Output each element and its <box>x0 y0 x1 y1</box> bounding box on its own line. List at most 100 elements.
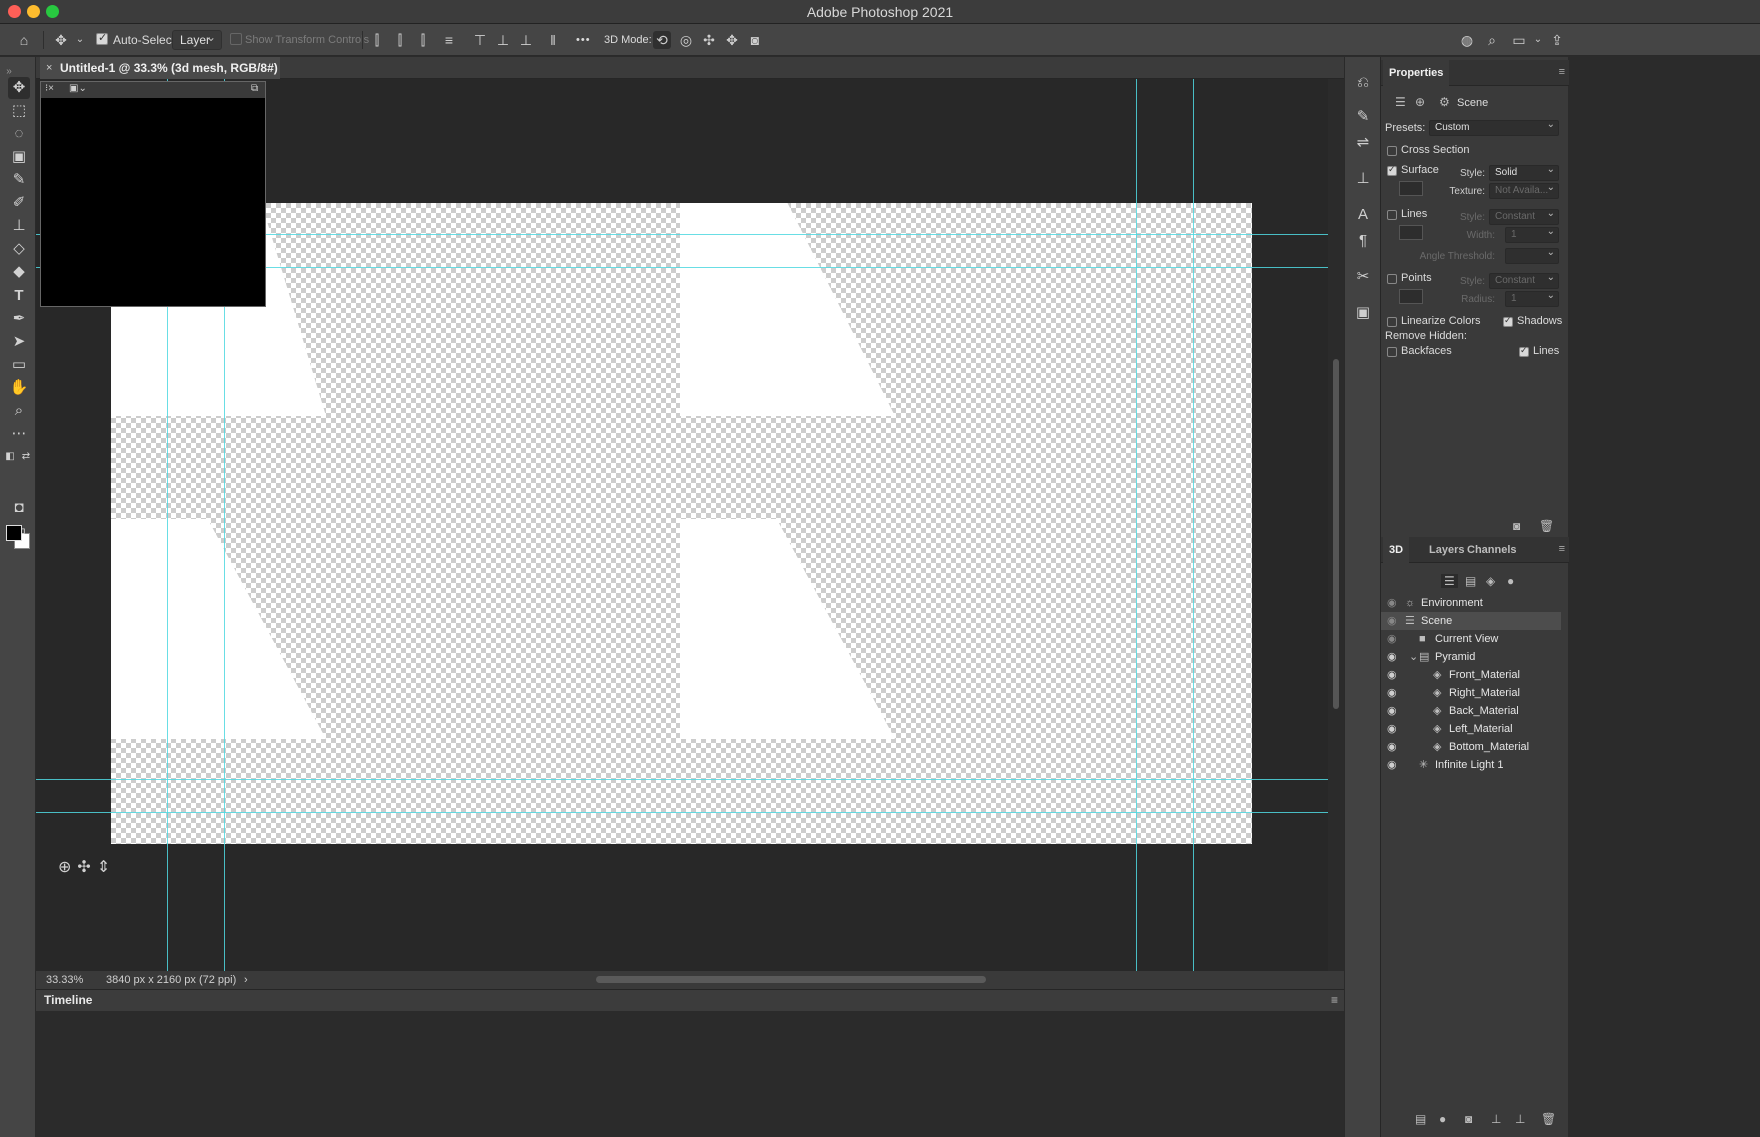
panel-menu-icon[interactable]: ≡ <box>1559 543 1565 555</box>
move-tool-icon[interactable]: ✥ <box>52 31 70 49</box>
shadows-checkbox[interactable] <box>1503 315 1513 327</box>
lines-color-swatch[interactable] <box>1399 225 1423 240</box>
chevron-down-icon[interactable]: ⌄ <box>71 31 89 49</box>
timeline-menu-icon[interactable]: ≡ <box>1331 990 1338 1010</box>
whole-scene-filter-icon[interactable]: ☰ <box>1441 574 1458 588</box>
3d-camera-icon[interactable]: ◙ <box>746 31 764 49</box>
auto-select-checkbox[interactable] <box>96 31 108 45</box>
lines-checkbox[interactable] <box>1387 210 1397 220</box>
paragraph-icon[interactable]: ¶ <box>1353 231 1373 251</box>
align-left-icon[interactable]: ⫿ <box>368 31 386 49</box>
visibility-eye-icon[interactable]: ◉ <box>1387 738 1397 756</box>
history-icon[interactable]: ⎌ <box>1353 73 1373 93</box>
surface-style-dropdown[interactable]: Solid <box>1489 163 1559 181</box>
render-icon[interactable]: ◙ <box>1513 519 1520 533</box>
tools-preset-icon[interactable]: ✂ <box>1353 267 1373 287</box>
orbit-axis-icon[interactable]: ⊕ <box>58 859 77 876</box>
home-icon[interactable]: ⌂ <box>15 31 33 49</box>
visibility-eye-icon[interactable]: ◉ <box>1387 720 1397 738</box>
3d-axis-widget[interactable]: ⊕✣⇕ <box>58 857 116 877</box>
zoom-level[interactable]: 33.33% <box>46 971 83 989</box>
visibility-eye-icon[interactable]: ◉ <box>1387 612 1397 630</box>
align-bottom-icon[interactable]: ⊥ <box>517 31 535 49</box>
character-icon[interactable]: A <box>1353 205 1373 225</box>
guide-vertical[interactable] <box>1193 79 1194 971</box>
new-light-icon[interactable]: ● <box>1439 1112 1446 1126</box>
search-icon[interactable]: ⌕ <box>1483 31 1501 49</box>
surface-checkbox[interactable] <box>1387 164 1397 176</box>
align-center-icon[interactable]: ⫿ <box>391 31 409 49</box>
linearize-colors-checkbox[interactable] <box>1387 317 1397 327</box>
tab-properties[interactable]: Properties <box>1383 60 1450 86</box>
document-tab[interactable]: × Untitled-1 @ 33.3% (3d mesh, RGB/8#) * <box>40 57 280 97</box>
hidden-lines-checkbox[interactable] <box>1519 345 1529 357</box>
share-icon[interactable]: ⇪ <box>1548 31 1566 49</box>
hand-tool-icon[interactable]: ✋ <box>8 377 30 399</box>
radius-input[interactable]: 1 <box>1505 289 1559 307</box>
scene-tree-row[interactable]: ◉ ◈ Front_Material <box>1381 666 1561 684</box>
trash-icon[interactable]: 🗑 <box>1539 519 1554 533</box>
lights-filter-icon[interactable]: ● <box>1507 574 1514 588</box>
libraries-icon[interactable]: ▣ <box>1353 303 1373 323</box>
more-options-button[interactable]: ••• <box>576 30 591 50</box>
distribute-vertical-icon[interactable]: ‖ <box>544 31 562 49</box>
align-top-icon[interactable]: ⊤ <box>471 31 489 49</box>
auto-select-dropdown[interactable]: Layer <box>172 28 222 50</box>
tab-3d[interactable]: 3D <box>1383 537 1410 563</box>
lines-style-dropdown[interactable]: Constant <box>1489 207 1559 225</box>
secondary-3d-view[interactable]: ⁝× ▣⌄ ⧉ <box>40 81 266 307</box>
visibility-eye-icon[interactable]: ◉ <box>1387 684 1397 702</box>
visibility-eye-icon[interactable]: ◉ <box>1387 648 1397 666</box>
close-tab-icon[interactable]: × <box>46 57 52 79</box>
panel-menu-icon[interactable]: ≡ <box>1559 66 1565 78</box>
scene-tree-row[interactable]: ◉ ◈ Right_Material <box>1381 684 1561 702</box>
3d-roll-icon[interactable]: ◎ <box>677 31 695 49</box>
clone-source-icon[interactable]: ⊥ <box>1353 169 1373 189</box>
3d-pan-icon[interactable]: ✣ <box>700 31 718 49</box>
vertical-scroll-thumb[interactable] <box>1333 359 1339 709</box>
surface-color-swatch[interactable] <box>1399 181 1423 196</box>
backfaces-checkbox[interactable] <box>1387 347 1397 357</box>
width-input[interactable]: 1 <box>1505 225 1559 243</box>
points-color-swatch[interactable] <box>1399 289 1423 304</box>
ground-icon[interactable]: ⊥ <box>1491 1112 1501 1126</box>
align-right-icon[interactable]: ⫿ <box>414 31 432 49</box>
object-select-tool-icon[interactable]: ▣ <box>8 146 30 168</box>
eraser-tool-icon[interactable]: ◇ <box>8 238 30 260</box>
brush-settings-icon[interactable]: ✎ <box>1353 107 1373 127</box>
scene-tree-row[interactable]: ◉ ⌄ ▤ Pyramid <box>1381 648 1561 666</box>
drop-to-plane-icon[interactable]: ⊥ <box>1515 1112 1525 1126</box>
visibility-eye-icon[interactable]: ◉ <box>1387 630 1397 648</box>
new-camera-icon[interactable]: ◙ <box>1465 1112 1472 1126</box>
align-middle-icon[interactable]: ⊥ <box>494 31 512 49</box>
scene-tree-row[interactable]: ◉ ■ Current View <box>1381 630 1561 648</box>
brush-tool-icon[interactable]: ✐ <box>8 192 30 214</box>
texture-dropdown[interactable]: Not Availa... <box>1489 181 1559 199</box>
marquee-tool-icon[interactable]: ⬚ <box>8 100 30 122</box>
adjustments-icon[interactable]: ⇌ <box>1353 133 1373 153</box>
zoom-tool-icon[interactable]: ⌕ <box>8 400 30 422</box>
visibility-eye-icon[interactable]: ◉ <box>1387 756 1397 774</box>
quick-mask-icon[interactable]: ◘ <box>8 497 30 519</box>
points-style-dropdown[interactable]: Constant <box>1489 271 1559 289</box>
points-checkbox[interactable] <box>1387 274 1397 284</box>
eyedropper-tool-icon[interactable]: ✎ <box>8 169 30 191</box>
show-transform-checkbox[interactable] <box>230 33 242 45</box>
timeline-tab[interactable]: Timeline <box>44 990 92 1010</box>
scene-tree-row[interactable]: ◉ ◈ Back_Material <box>1381 702 1561 720</box>
type-tool-icon[interactable]: T <box>8 285 30 307</box>
timeline-panel[interactable]: Timeline ≡ <box>36 989 1344 1011</box>
guide-vertical[interactable] <box>1136 79 1137 971</box>
guide-horizontal[interactable] <box>36 779 1328 780</box>
chevron-down-icon[interactable]: ⌄ <box>1529 31 1547 49</box>
scene-tree-row[interactable]: ◉ ☼ Environment <box>1381 594 1561 612</box>
scene-tree-row[interactable]: ◉ ◈ Left_Material <box>1381 720 1561 738</box>
angle-threshold-input[interactable] <box>1505 246 1559 264</box>
swap-colors-icon[interactable]: ⇄ <box>20 446 32 468</box>
visibility-eye-icon[interactable]: ◉ <box>1387 594 1397 612</box>
workspace-icon[interactable]: ▭ <box>1510 31 1528 49</box>
paint-bucket-tool-icon[interactable]: ◆ <box>8 261 30 283</box>
distribute-icon[interactable]: ≡ <box>440 31 458 49</box>
pen-tool-icon[interactable]: ✒ <box>8 308 30 330</box>
tab-channels[interactable]: Channels <box>1461 537 1523 563</box>
